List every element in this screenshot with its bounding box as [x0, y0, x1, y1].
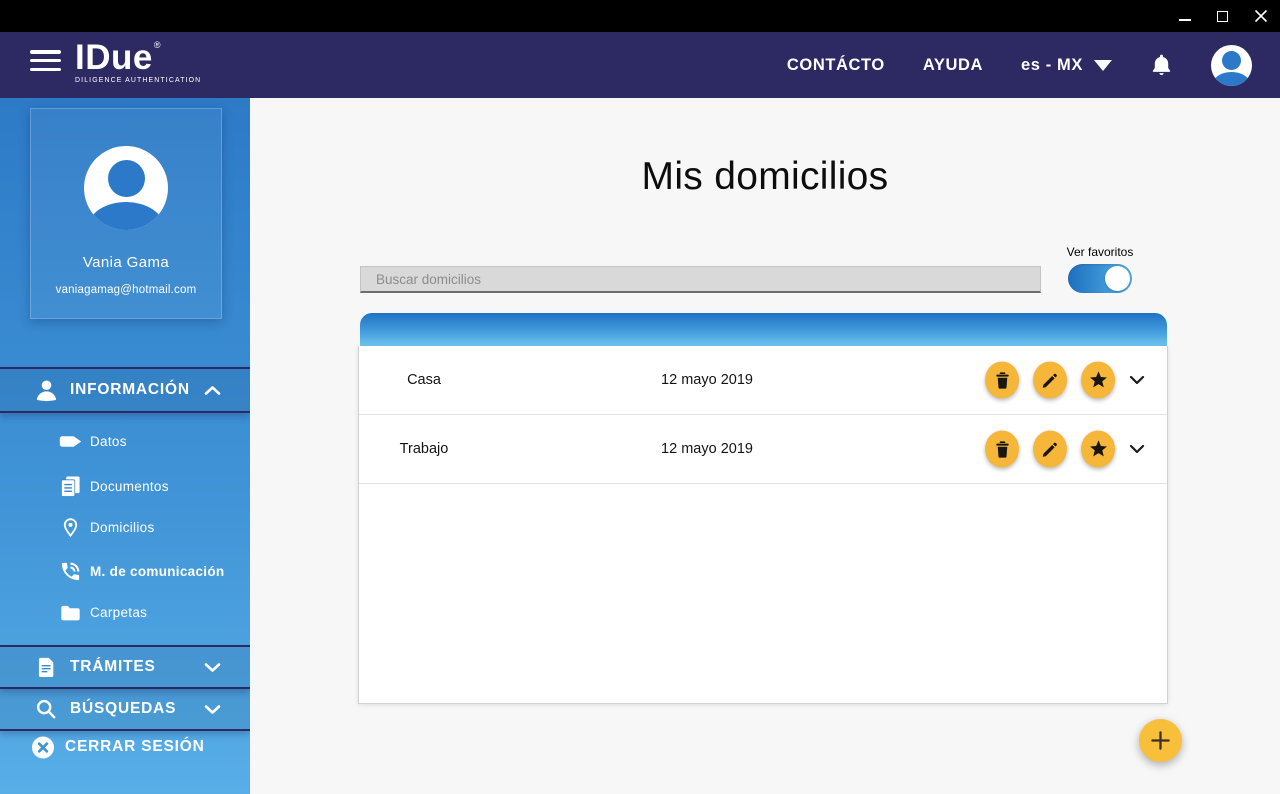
toggle-knob: [1105, 266, 1130, 291]
search-input[interactable]: [360, 266, 1041, 293]
sidebar-item-label: Domicilios: [90, 520, 155, 535]
sidebar-section-label: INFORMACIÓN: [70, 381, 190, 398]
domiciles-table: Casa 12 mayo 2019 Trabajo 12 mayo 2019: [358, 346, 1168, 704]
trash-icon: [995, 440, 1009, 458]
domicile-name: Trabajo: [399, 441, 449, 457]
window-titlebar: [0, 0, 1280, 32]
star-icon: [1089, 371, 1107, 388]
sidebar-item-carpetas[interactable]: Carpetas: [0, 599, 250, 626]
trash-icon: [995, 371, 1009, 389]
close-button[interactable]: [1253, 9, 1268, 24]
table-row: Casa 12 mayo 2019: [359, 346, 1167, 415]
delete-button[interactable]: [985, 361, 1019, 399]
app-window: IDue ® DILIGENCE AUTHENTICATION CONTÁCTO…: [0, 0, 1280, 794]
domicile-date: 12 mayo 2019: [661, 372, 753, 388]
star-icon: [1089, 440, 1107, 457]
sidebar-item-datos[interactable]: Datos: [0, 428, 250, 455]
app-header: IDue ® DILIGENCE AUTHENTICATION CONTÁCTO…: [0, 32, 1280, 98]
notifications-button[interactable]: [1150, 53, 1173, 78]
pencil-icon: [1042, 373, 1057, 388]
maximize-icon: [1217, 10, 1228, 22]
phone-icon: [56, 560, 84, 583]
sidebar-item-label: Carpetas: [90, 605, 148, 620]
sidebar-section-busquedas[interactable]: BÚSQUEDAS: [0, 689, 250, 731]
logo-title: IDue: [75, 38, 153, 77]
sidebar-item-domicilios[interactable]: Domicilios: [0, 514, 250, 541]
domicile-date: 12 mayo 2019: [661, 441, 753, 457]
chevron-down-icon: [204, 704, 221, 715]
sidebar-item-label: Datos: [90, 434, 127, 449]
logout-button[interactable]: CERRAR SESIÓN: [0, 731, 250, 763]
bell-icon: [1152, 54, 1171, 75]
sidebar-item-label: M. de comunicación: [90, 564, 225, 579]
close-circle-icon: [31, 735, 55, 760]
profile-name: Vania Gama: [82, 254, 170, 271]
documents-icon: [56, 475, 84, 498]
avatar: [84, 146, 168, 230]
registered-mark: ®: [153, 40, 161, 50]
minimize-button[interactable]: [1177, 9, 1192, 24]
sidebar-item-m-de-comunicacion[interactable]: M. de comunicación: [0, 558, 250, 585]
window-controls: [1177, 0, 1268, 32]
edit-button[interactable]: [1033, 430, 1067, 468]
hamburger-icon: [30, 50, 61, 54]
chevron-down-icon: [1129, 375, 1145, 385]
nav-link-ayuda[interactable]: AYUDA: [923, 56, 983, 75]
favorite-button[interactable]: [1081, 430, 1115, 468]
sidebar: Vania Gama vaniagamag@hotmail.com INFORM…: [0, 98, 250, 794]
plus-icon: [1151, 731, 1170, 750]
language-value: es - MX: [1021, 55, 1083, 74]
expand-row-button[interactable]: [1127, 370, 1147, 390]
sidebar-section-tramites[interactable]: TRÁMITES: [0, 645, 250, 689]
profile-email: vaniagamag@hotmail.com: [55, 284, 197, 296]
favorite-button[interactable]: [1081, 361, 1115, 399]
table-row: Trabajo 12 mayo 2019: [359, 415, 1167, 484]
favorites-toggle-label: Ver favoritos: [1066, 245, 1134, 259]
user-icon: [107, 160, 145, 197]
maximize-button[interactable]: [1215, 9, 1230, 24]
page-title: Mis domicilios: [641, 155, 889, 198]
triangle-down-icon: [1094, 59, 1112, 71]
profile-avatar-button[interactable]: [1211, 44, 1252, 86]
app-logo: IDue ® DILIGENCE AUTHENTICATION: [75, 40, 201, 85]
sidebar-item-label: Documentos: [90, 479, 169, 494]
domicile-name: Casa: [407, 372, 441, 388]
document-icon: [33, 656, 59, 678]
edit-button[interactable]: [1033, 361, 1067, 399]
chevron-down-icon: [1129, 444, 1145, 454]
logout-label: CERRAR SESIÓN: [65, 738, 205, 755]
id-card-icon: [56, 435, 84, 448]
pencil-icon: [1042, 442, 1057, 457]
add-domicile-button[interactable]: [1139, 719, 1182, 762]
close-icon: [1254, 9, 1267, 23]
delete-button[interactable]: [985, 430, 1019, 468]
minimize-icon: [1178, 18, 1191, 21]
chevron-down-icon: [204, 662, 221, 673]
table-header-bar: [360, 313, 1167, 346]
profile-card: Vania Gama vaniagamag@hotmail.com: [30, 108, 222, 319]
user-icon: [1222, 50, 1241, 70]
header-actions: CONTÁCTO AYUDA es - MX: [787, 32, 1252, 98]
sidebar-section-informacion[interactable]: INFORMACIÓN: [0, 367, 250, 413]
sidebar-section-label: TRÁMITES: [70, 658, 156, 675]
search-icon: [33, 698, 59, 720]
expand-row-button[interactable]: [1127, 439, 1147, 459]
sidebar-section-label: BÚSQUEDAS: [70, 700, 177, 717]
nav-link-contacto[interactable]: CONTÁCTO: [787, 56, 885, 75]
language-selector[interactable]: es - MX: [1021, 56, 1112, 75]
favorites-toggle[interactable]: [1068, 264, 1132, 293]
location-pin-icon: [56, 517, 84, 539]
main-content: Mis domicilios Ver favoritos Casa 12 may…: [250, 98, 1280, 794]
folder-icon: [56, 604, 84, 622]
chevron-up-icon: [204, 385, 221, 396]
sidebar-item-documentos[interactable]: Documentos: [0, 473, 250, 500]
user-icon: [33, 378, 59, 403]
logo-subtitle: DILIGENCE AUTHENTICATION: [75, 77, 202, 84]
menu-button[interactable]: [30, 50, 61, 72]
